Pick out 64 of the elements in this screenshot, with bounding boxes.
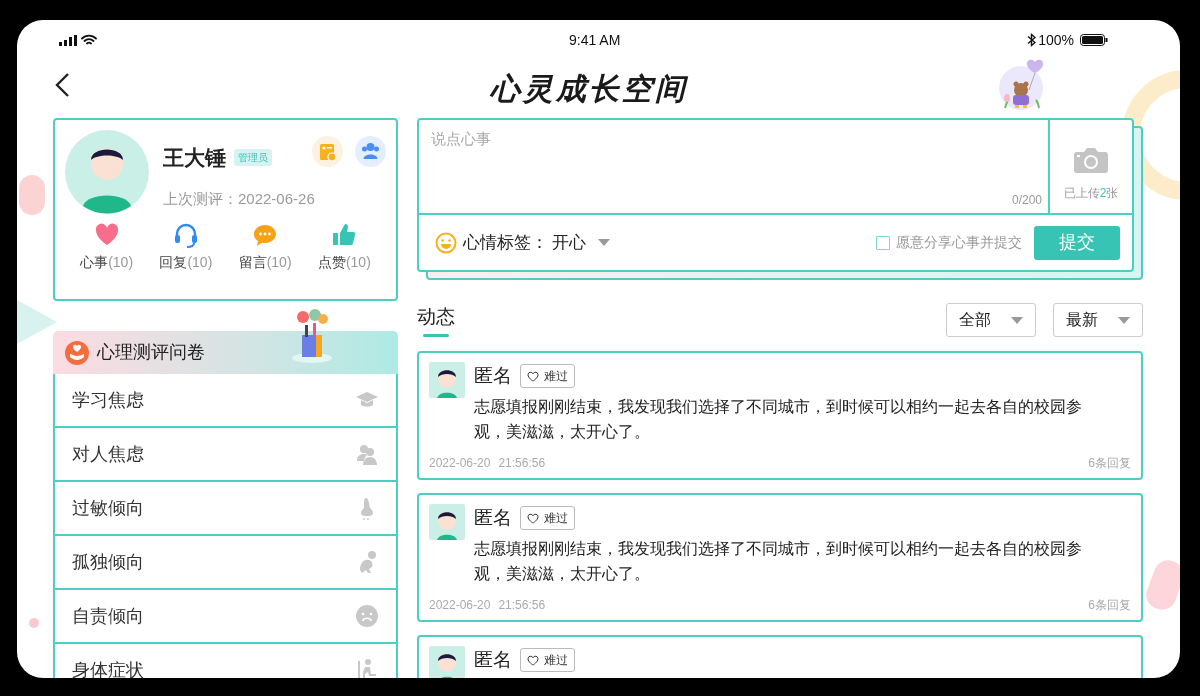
pencil-cup-illustration xyxy=(289,309,335,365)
share-label: 愿意分享心事并提交 xyxy=(896,233,1022,252)
post-time: 21:56:56 xyxy=(498,455,546,472)
survey-item[interactable]: 孤独倾向 xyxy=(53,536,398,590)
survey-item[interactable]: 学习焦虑 xyxy=(53,374,398,428)
post-author: 匿名 xyxy=(474,505,512,530)
battery-icon xyxy=(1080,34,1108,46)
avatar-icon xyxy=(429,504,465,540)
post-author: 匿名 xyxy=(474,363,512,388)
admin-badge: 管理员 xyxy=(234,149,272,167)
survey-title: 心理测评问卷 xyxy=(97,341,205,364)
stat-label[interactable]: 心事(10) xyxy=(80,252,134,273)
mood-tag: 难过 xyxy=(520,648,575,672)
caret-icon xyxy=(1118,316,1130,324)
post-date: 2022-06-20 xyxy=(429,455,491,472)
survey-item[interactable]: 身体症状 xyxy=(53,644,398,678)
filter-dropdown[interactable]: 最新 xyxy=(1053,303,1143,337)
camera-icon xyxy=(1073,146,1109,174)
headset-icon[interactable] xyxy=(172,222,199,248)
last-evaluation-date: 上次测评：2022-06-26 xyxy=(163,188,316,209)
post-time: 21:56:56 xyxy=(498,597,546,614)
post-date: 2022-06-20 xyxy=(429,597,491,614)
stat-label[interactable]: 回复(10) xyxy=(159,252,213,273)
id-card-icon[interactable] xyxy=(312,136,343,168)
tab-underline xyxy=(423,333,449,337)
post-text: 志愿填报刚刚结束，我发现我们选择了不同城市，到时候可以相约一起去各自的校园参观，美滋滋，太开心了。 xyxy=(474,397,1083,442)
speech-bubble-icon[interactable] xyxy=(252,222,279,248)
avatar-icon xyxy=(65,130,149,214)
heart-outline-icon xyxy=(527,370,539,382)
group-icon[interactable] xyxy=(355,136,386,168)
heart-outline-icon xyxy=(527,512,539,524)
share-checkbox[interactable] xyxy=(876,235,890,250)
post-text: 志愿填报刚刚结束，我发现我们选择了不同城市，到时候可以相约一起去各自的校园参观，美滋滋，太开心了。 xyxy=(474,539,1083,584)
status-time: 9:41 AM xyxy=(569,30,621,50)
caret-icon xyxy=(598,239,610,246)
survey-item[interactable]: 自责倾向 xyxy=(53,590,398,644)
mood-tag: 难过 xyxy=(520,364,575,388)
stat-label[interactable]: 留言(10) xyxy=(238,252,292,273)
filter-dropdown[interactable]: 全部 xyxy=(946,303,1036,337)
feed-title: 动态 xyxy=(417,305,455,330)
battery-percentage: 100% xyxy=(1038,30,1074,50)
page-title: 心灵成长空间 xyxy=(489,69,688,108)
survey-item[interactable]: 对人焦虑 xyxy=(53,428,398,482)
two-people-icon xyxy=(355,442,379,466)
mood-tag: 难过 xyxy=(520,506,575,530)
wifi-icon xyxy=(81,34,97,46)
character-counter: 0/200 xyxy=(1011,192,1042,209)
survey-item[interactable]: 过敏倾向 xyxy=(53,482,398,536)
stat-label[interactable]: 点赞(10) xyxy=(317,252,371,273)
sad-face-icon xyxy=(355,604,379,628)
bluetooth-icon xyxy=(1027,33,1037,47)
thumbs-up-icon[interactable] xyxy=(331,222,358,248)
back-icon[interactable] xyxy=(54,72,70,98)
signal-icon xyxy=(59,34,77,46)
avatar-icon xyxy=(429,362,465,398)
avatar-icon xyxy=(429,646,465,678)
caret-icon xyxy=(1011,316,1023,324)
user-name: 王大锤 xyxy=(163,145,226,171)
heart-outline-icon xyxy=(527,654,539,666)
person-at-desk-icon xyxy=(355,658,379,678)
mood-dropdown[interactable]: 心情标签： 开心 xyxy=(435,229,610,256)
smiley-icon xyxy=(435,231,457,254)
heart-icon[interactable] xyxy=(93,222,120,248)
post-author: 匿名 xyxy=(474,647,512,672)
